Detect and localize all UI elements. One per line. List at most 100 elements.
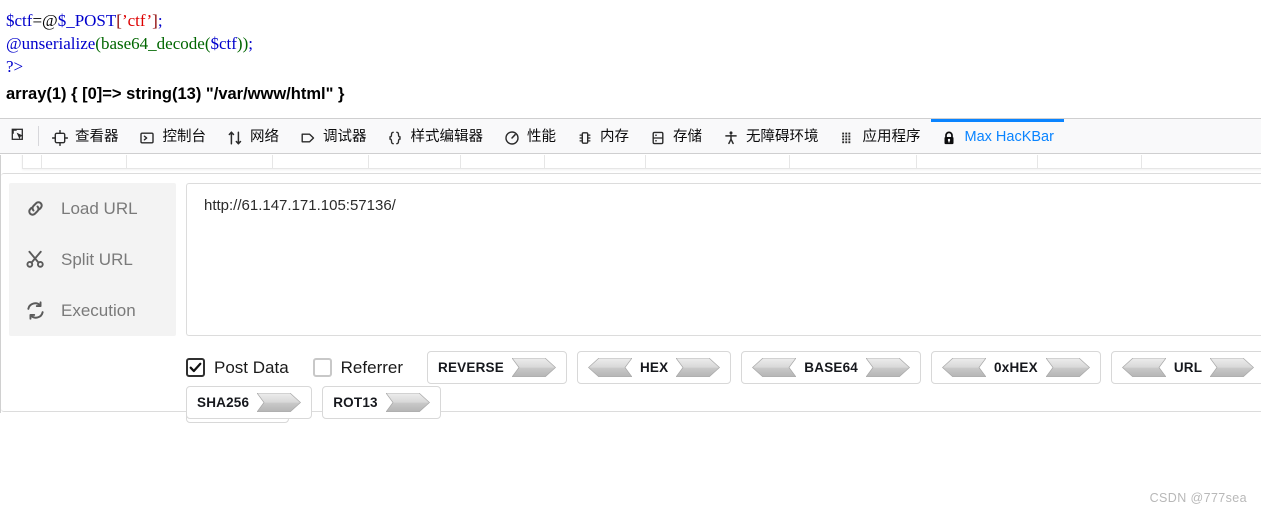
devtools-tab-network[interactable]: 网络 — [216, 119, 289, 153]
devtools-tab-inspector[interactable]: 查看器 — [41, 119, 129, 153]
hackbar-action-rail: Load URL Split URL Execution — [9, 183, 176, 336]
encode-button-0xhex[interactable]: 0xHEX — [931, 351, 1101, 384]
devtools-tab-label: 控制台 — [162, 129, 207, 146]
devtools-tab-label: 内存 — [600, 129, 629, 146]
encode-button-label: 0xHEX — [994, 360, 1038, 375]
encode-button-label: SHA256 — [197, 395, 250, 410]
php-code-line: ?> — [6, 55, 1261, 78]
encode-button-label: URL — [1173, 360, 1203, 375]
network-icon — [226, 129, 243, 146]
toolbar-divider — [38, 126, 39, 146]
php-source-output: $ctf=@$_POST[’ctf’]; @unserialize(base64_… — [0, 0, 1261, 118]
scissors-icon — [9, 249, 61, 270]
watermark: CSDN @777sea — [1149, 491, 1247, 505]
arrow-left-icon — [942, 358, 987, 377]
checkbox-post-data[interactable]: Post Data — [186, 358, 289, 378]
hackbar-options-row-2: SHA256 ROT13 — [186, 386, 451, 419]
devtools-tab-console[interactable]: 控制台 — [129, 119, 217, 153]
arrow-right-icon — [866, 358, 911, 377]
devtools-tab-application[interactable]: 应用程序 — [829, 119, 931, 153]
devtools-tab-label: 网络 — [250, 129, 279, 146]
php-token: $ctf — [210, 34, 237, 53]
checkbox-referrer[interactable]: Referrer — [312, 357, 404, 378]
devtools-tab-accessibility[interactable]: 无障碍环境 — [712, 119, 829, 153]
url-input[interactable]: http://61.147.171.105:57136/ — [186, 183, 1261, 336]
arrow-right-icon — [385, 393, 430, 412]
arrow-left-icon — [1121, 358, 1166, 377]
var-dump-output: array(1) { [0]=> string(13) "/var/www/ht… — [6, 85, 345, 103]
application-icon — [839, 129, 856, 146]
php-token: $ctf — [6, 11, 33, 30]
arrow-right-icon — [257, 393, 302, 412]
devtools-tab-storage[interactable]: 存储 — [639, 119, 712, 153]
devtools-tab-style-editor[interactable]: 样式编辑器 — [377, 119, 494, 153]
hackbar-action-label: Load URL — [61, 198, 138, 218]
encode-button-reverse[interactable]: REVERSE — [427, 351, 567, 384]
encode-button-rot13[interactable]: ROT13 — [322, 386, 441, 419]
php-token: base64_decode — [100, 34, 205, 53]
arrow-right-icon — [1045, 358, 1090, 377]
devtools-tab-label: 应用程序 — [862, 129, 921, 146]
lock-icon — [941, 129, 958, 146]
console-icon — [139, 129, 156, 146]
element-picker-icon[interactable] — [0, 119, 38, 153]
memory-icon — [576, 129, 593, 146]
devtools-tab-memory[interactable]: 内存 — [566, 119, 639, 153]
style-editor-icon — [387, 129, 404, 146]
hackbar-panel: Load URL Split URL Execution http://61.147… — [0, 155, 1261, 510]
arrow-left-icon — [752, 358, 797, 377]
accessibility-icon — [722, 129, 739, 146]
arrow-left-icon — [587, 358, 632, 377]
encode-button-url[interactable]: URL — [1110, 351, 1261, 384]
devtools-tab-label: 存储 — [673, 129, 702, 146]
devtools-tab-label: 调试器 — [323, 129, 367, 146]
php-token: ; — [248, 34, 253, 53]
checkbox-label: Post Data — [214, 357, 289, 377]
encode-button-label: REVERSE — [438, 360, 504, 375]
performance-icon — [503, 129, 520, 146]
php-token: ’ctf’ — [121, 11, 153, 30]
devtools-tab-debugger[interactable]: 调试器 — [289, 119, 377, 153]
checkbox-unchecked-icon[interactable] — [312, 358, 332, 377]
php-code-line: $ctf=@$_POST[’ctf’]; — [6, 9, 1261, 32]
arrow-right-icon — [1210, 358, 1255, 377]
encode-button-label: BASE64 — [804, 360, 859, 375]
php-token: =@ — [32, 11, 58, 30]
hackbar-action-label: Execution — [61, 300, 136, 320]
clipped-table-header — [22, 155, 1261, 169]
php-token: ?> — [6, 57, 24, 76]
hackbar-action-load-url[interactable]: Load URL — [9, 183, 176, 234]
devtools-tab-label: 性能 — [527, 129, 556, 146]
php-token: ; — [157, 11, 163, 30]
devtools-toolbar: 查看器 控制台 网络 调试器 样式编辑器 性能 内存 存储 无障碍环境 应用程序 Max HacKB… — [0, 118, 1261, 154]
php-token: @unserialize — [6, 34, 96, 53]
encode-button-sha256[interactable]: SHA256 — [186, 386, 313, 419]
checkbox-checked-icon[interactable] — [186, 358, 205, 377]
arrow-right-icon — [676, 358, 721, 377]
encode-button-label: HEX — [639, 360, 669, 375]
inspector-icon — [51, 129, 68, 146]
devtools-tab-label: 样式编辑器 — [410, 129, 484, 146]
hackbar-action-execution[interactable]: Execution — [9, 285, 176, 336]
hackbar-action-split-url[interactable]: Split URL — [9, 234, 176, 285]
hackbar-form-card: Load URL Split URL Execution http://61.147… — [1, 173, 1261, 423]
devtools-tab-list: 查看器 控制台 网络 调试器 样式编辑器 性能 内存 存储 无障碍环境 应用程序 Max HacKB… — [41, 119, 1064, 153]
devtools-tab-label: 无障碍环境 — [746, 129, 819, 146]
encode-button-hex[interactable]: HEX — [576, 351, 732, 384]
devtools-tab-performance[interactable]: 性能 — [493, 119, 566, 153]
hackbar-action-label: Split URL — [61, 249, 133, 269]
debugger-icon — [299, 129, 316, 146]
encode-button-base64[interactable]: BASE64 — [741, 351, 922, 384]
php-code-block: $ctf=@$_POST[’ctf’]; @unserialize(base64_… — [6, 9, 1261, 78]
link-icon — [9, 198, 61, 219]
devtools-tab-lock[interactable]: Max HacKBar — [930, 119, 1064, 153]
devtools-tab-label: 查看器 — [75, 129, 119, 146]
storage-icon — [649, 129, 666, 146]
php-token: $_POST — [57, 11, 117, 30]
devtools-tab-label: Max HacKBar — [964, 129, 1054, 146]
refresh-icon — [9, 300, 61, 321]
php-code-line: @unserialize(base64_decode($ctf)); — [6, 32, 1261, 55]
arrow-right-icon — [511, 358, 556, 377]
encode-button-label: ROT13 — [333, 395, 378, 410]
checkbox-label: Referrer — [340, 357, 404, 377]
